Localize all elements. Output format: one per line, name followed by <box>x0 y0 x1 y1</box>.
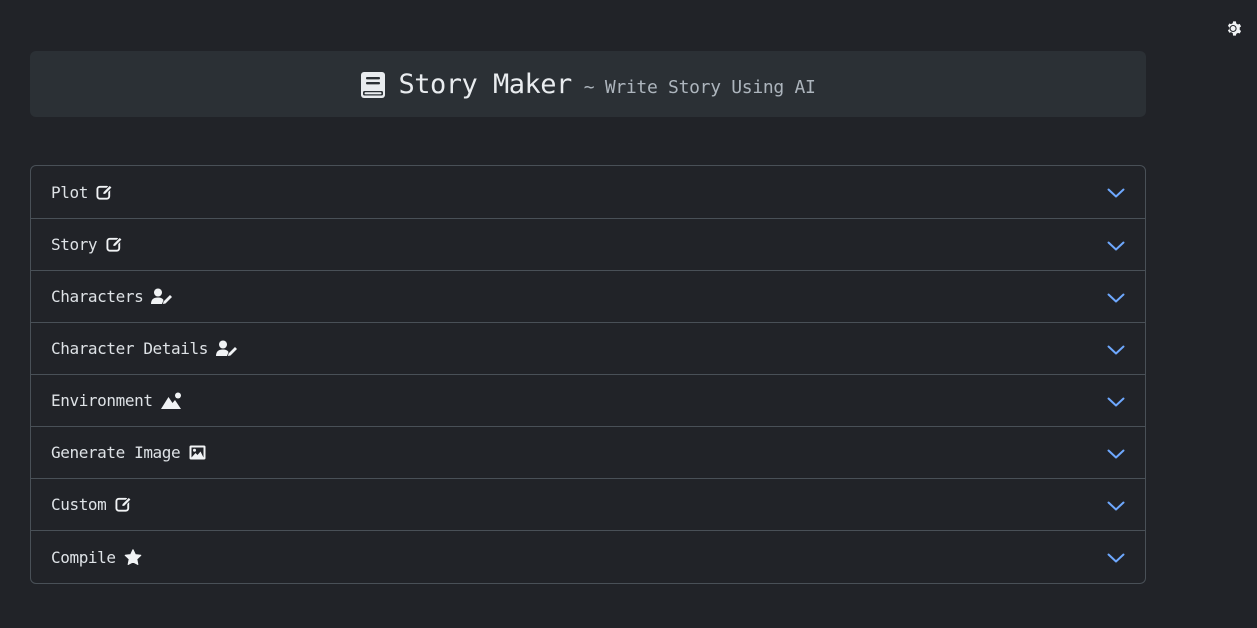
chevron-down-icon <box>1107 293 1125 302</box>
user-pen-icon <box>151 288 173 306</box>
accordion-item-characters[interactable]: Characters <box>31 270 1145 322</box>
page-subtitle: ~ Write Story Using AI <box>583 76 816 98</box>
accordion-item-story[interactable]: Story <box>31 218 1145 270</box>
accordion-item-compile[interactable]: Compile <box>31 530 1145 583</box>
chevron-down-icon <box>1107 501 1125 510</box>
edit-icon <box>96 183 114 201</box>
page-title: Story Maker <box>398 68 572 100</box>
image-icon <box>188 444 206 462</box>
accordion-item-label: Character Details <box>51 339 208 358</box>
accordion-item-label: Characters <box>51 287 144 306</box>
accordion-item-label: Environment <box>51 391 153 410</box>
accordion-item-label: Story <box>51 235 98 254</box>
edit-icon <box>114 496 132 514</box>
accordion-item-character-details[interactable]: Character Details <box>31 322 1145 374</box>
edit-icon <box>105 236 123 254</box>
accordion-item-label: Plot <box>51 182 88 202</box>
accordion-item-label: Compile <box>51 547 116 567</box>
chevron-down-icon <box>1107 188 1125 198</box>
accordion-item-plot[interactable]: Plot <box>31 166 1145 218</box>
book-icon <box>361 72 386 98</box>
accordion-item-generate-image[interactable]: Generate Image <box>31 426 1145 478</box>
accordion-item-label: Generate Image <box>51 443 181 462</box>
chevron-down-icon <box>1107 345 1125 354</box>
sections-accordion: Plot Story Characters Character Details … <box>30 165 1146 584</box>
chevron-down-icon <box>1107 553 1125 563</box>
settings-button[interactable] <box>1225 19 1243 37</box>
chevron-down-icon <box>1107 241 1125 250</box>
chevron-down-icon <box>1107 397 1125 406</box>
user-pen-icon <box>215 340 238 358</box>
accordion-item-label: Custom <box>51 495 107 514</box>
accordion-item-custom[interactable]: Custom <box>31 478 1145 530</box>
mountain-sun-icon <box>160 392 183 410</box>
accordion-item-environment[interactable]: Environment <box>31 374 1145 426</box>
chevron-down-icon <box>1107 449 1125 458</box>
gear-icon <box>1227 20 1241 36</box>
page-header: Story Maker ~ Write Story Using AI <box>30 51 1146 117</box>
star-icon <box>124 548 142 566</box>
